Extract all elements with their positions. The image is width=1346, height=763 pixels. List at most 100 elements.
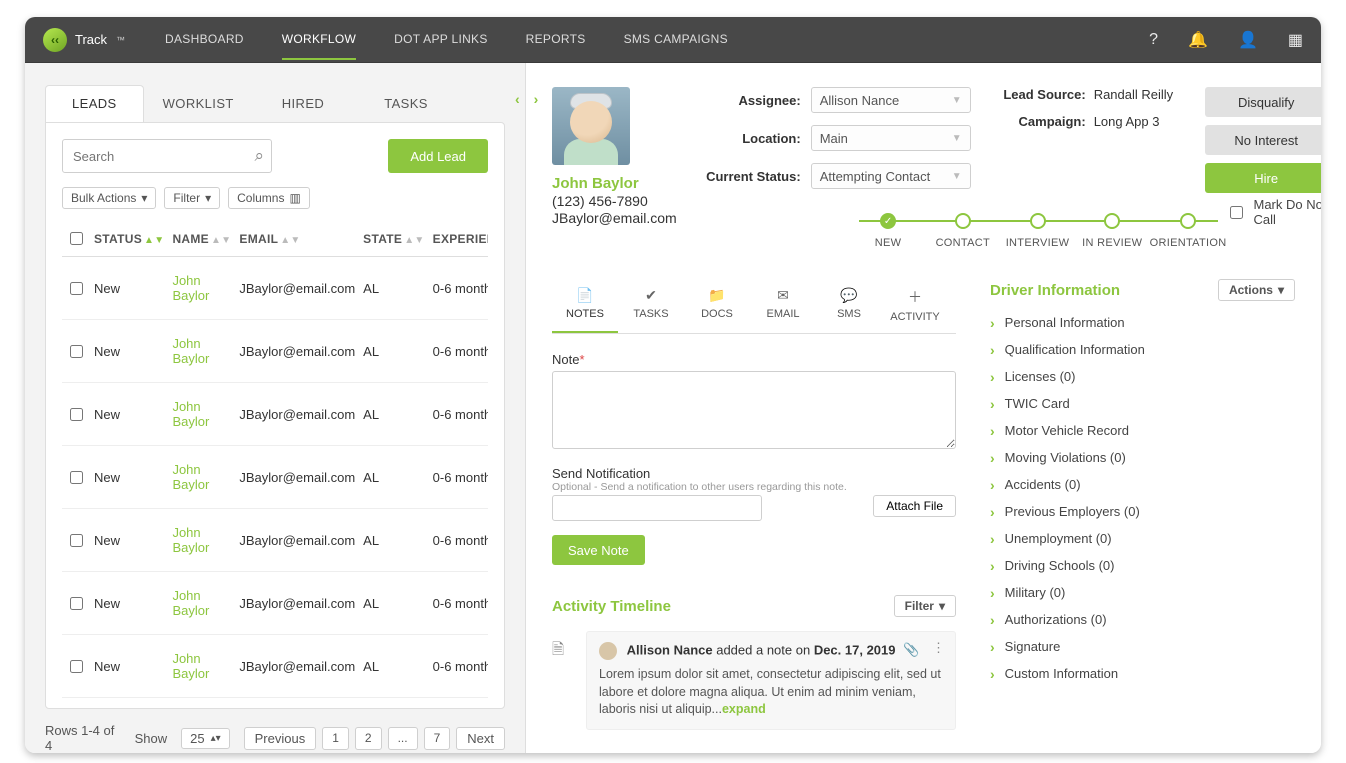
pager-prev[interactable]: Previous (244, 727, 317, 750)
tab-leads[interactable]: LEADS (45, 85, 144, 122)
pager-page-ellipsis[interactable]: ... (388, 727, 418, 750)
dtab-tasks[interactable]: ✔TASKS (618, 279, 684, 333)
cell-name[interactable]: John Baylor (168, 635, 235, 698)
driver-info-item[interactable]: ›Motor Vehicle Record (990, 423, 1295, 438)
cell-name[interactable]: John Baylor (168, 320, 235, 383)
mark-dnc-checkbox[interactable] (1230, 206, 1243, 219)
driver-info-item[interactable]: ›Unemployment (0) (990, 531, 1295, 546)
disqualify-button[interactable]: Disqualify (1205, 87, 1321, 117)
pager-page-1[interactable]: 1 (322, 727, 349, 750)
nav-reports[interactable]: REPORTS (526, 32, 586, 48)
columns-button[interactable]: Columns▥ (228, 187, 310, 209)
cell-name[interactable]: John Baylor (168, 698, 235, 709)
table-row[interactable]: NewJohn BaylorJBaylor@email.comAL0-6 mon… (62, 509, 488, 572)
help-icon[interactable]: ? (1149, 31, 1158, 49)
row-checkbox[interactable] (70, 345, 83, 358)
driver-info-item[interactable]: ›Previous Employers (0) (990, 504, 1295, 519)
cell-name[interactable]: John Baylor (168, 257, 235, 320)
pipeline-step-inreview[interactable]: IN REVIEW (1075, 213, 1150, 249)
nav-workflow[interactable]: WORKFLOW (282, 32, 356, 48)
pipeline-step-orientation[interactable]: ORIENTATION (1150, 213, 1227, 249)
notif-input[interactable] (552, 495, 762, 521)
tab-tasks[interactable]: TASKS (353, 85, 459, 122)
timeline-filter-button[interactable]: Filter▾ (894, 595, 956, 617)
perpage-select[interactable]: 25▴▾ (181, 728, 230, 749)
driver-info-item[interactable]: ›Personal Information (990, 315, 1295, 330)
row-checkbox[interactable] (70, 408, 83, 421)
nav-dashboard[interactable]: DASHBOARD (165, 32, 244, 48)
cell-name[interactable]: John Baylor (168, 446, 235, 509)
pipeline-step-interview[interactable]: INTERVIEW (1000, 213, 1075, 249)
search-input[interactable] (62, 139, 272, 173)
driver-info-item[interactable]: ›TWIC Card (990, 396, 1295, 411)
timeline-expand-link[interactable]: expand (722, 702, 766, 716)
cell-name[interactable]: John Baylor (168, 572, 235, 635)
dtab-notes[interactable]: 📄NOTES (552, 279, 618, 333)
driver-info-item[interactable]: ›Licenses (0) (990, 369, 1295, 384)
assignee-select[interactable]: Allison Nance▼ (811, 87, 971, 113)
mark-dnc[interactable]: Mark Do Not Call (1226, 197, 1321, 227)
bell-icon[interactable]: 🔔 (1188, 30, 1208, 50)
user-icon[interactable]: 👤 (1238, 30, 1258, 50)
dtab-sms[interactable]: 💬SMS (816, 279, 882, 333)
status-select[interactable]: Attempting Contact▼ (811, 163, 971, 189)
col-experience[interactable]: EXPERIENCE▲▼ (429, 221, 488, 257)
table-row[interactable]: NewJohn BaylorJBaylor@email.comAL0-6 mon… (62, 698, 488, 709)
driver-info-item[interactable]: ›Signature (990, 639, 1295, 654)
cell-name[interactable]: John Baylor (168, 509, 235, 572)
row-checkbox[interactable] (70, 534, 83, 547)
pipeline-step-new[interactable]: ✓NEW (851, 213, 926, 249)
no-interest-button[interactable]: No Interest (1205, 125, 1321, 155)
driver-info-item[interactable]: ›Custom Information (990, 666, 1295, 681)
driver-info-item[interactable]: ›Military (0) (990, 585, 1295, 600)
search-icon[interactable]: ⌕ (254, 146, 264, 166)
row-checkbox[interactable] (70, 471, 83, 484)
table-row[interactable]: NewJohn BaylorJBaylor@email.comAL0-6 mon… (62, 257, 488, 320)
driver-info-item[interactable]: ›Accidents (0) (990, 477, 1295, 492)
table-row[interactable]: NewJohn BaylorJBaylor@email.comAL0-6 mon… (62, 320, 488, 383)
location-select[interactable]: Main▼ (811, 125, 971, 151)
note-textarea[interactable] (552, 371, 956, 449)
table-row[interactable]: NewJohn BaylorJBaylor@email.comAL0-6 mon… (62, 446, 488, 509)
row-checkbox[interactable] (70, 282, 83, 295)
dtab-docs[interactable]: 📁DOCS (684, 279, 750, 333)
tab-worklist[interactable]: WORKLIST (144, 85, 253, 122)
col-status[interactable]: STATUS▲▼ (90, 221, 168, 257)
row-checkbox[interactable] (70, 660, 83, 673)
driver-info-item[interactable]: ›Authorizations (0) (990, 612, 1295, 627)
driver-info-item[interactable]: ›Driving Schools (0) (990, 558, 1295, 573)
driver-info-item[interactable]: ›Moving Violations (0) (990, 450, 1295, 465)
col-email[interactable]: EMAIL▲▼ (235, 221, 359, 257)
apps-grid-icon[interactable]: ▦ (1288, 30, 1303, 50)
pager-page-7[interactable]: 7 (424, 727, 451, 750)
table-row[interactable]: NewJohn BaylorJBaylor@email.comAL0-6 mon… (62, 572, 488, 635)
nav-dot-app-links[interactable]: DOT APP LINKS (394, 32, 488, 48)
nav-sms-campaigns[interactable]: SMS CAMPAIGNS (624, 32, 728, 48)
col-state[interactable]: STATE▲▼ (359, 221, 428, 257)
bulk-actions-button[interactable]: Bulk Actions▾ (62, 187, 156, 209)
pipeline-step-contact[interactable]: CONTACT (925, 213, 1000, 249)
pager-page-2[interactable]: 2 (355, 727, 382, 750)
cell-state: AL (359, 257, 428, 320)
hire-button[interactable]: Hire (1205, 163, 1321, 193)
cell-name[interactable]: John Baylor (168, 383, 235, 446)
select-all-checkbox[interactable] (70, 232, 83, 245)
col-name[interactable]: NAME▲▼ (168, 221, 235, 257)
driver-info-item[interactable]: ›Qualification Information (990, 342, 1295, 357)
pane-next-icon[interactable]: › (534, 91, 539, 107)
tab-hired[interactable]: HIRED (253, 85, 353, 122)
table-row[interactable]: NewJohn BaylorJBaylor@email.comAL0-6 mon… (62, 635, 488, 698)
row-checkbox[interactable] (70, 597, 83, 610)
attach-file-button[interactable]: Attach File (873, 495, 956, 517)
dtab-activity[interactable]: ＋ACTIVITY (882, 279, 948, 333)
timeline-more-icon[interactable]: ⋮ (932, 640, 945, 656)
cell-email: JBaylor@email.com (235, 635, 359, 698)
table-row[interactable]: NewJohn BaylorJBaylor@email.comAL0-6 mon… (62, 383, 488, 446)
add-lead-button[interactable]: Add Lead (388, 139, 488, 173)
save-note-button[interactable]: Save Note (552, 535, 645, 565)
filter-button[interactable]: Filter▾ (164, 187, 220, 209)
pane-prev-icon[interactable]: ‹ (515, 91, 520, 107)
pager-next[interactable]: Next (456, 727, 505, 750)
driver-info-actions-button[interactable]: Actions▾ (1218, 279, 1295, 301)
dtab-email[interactable]: ✉EMAIL (750, 279, 816, 333)
